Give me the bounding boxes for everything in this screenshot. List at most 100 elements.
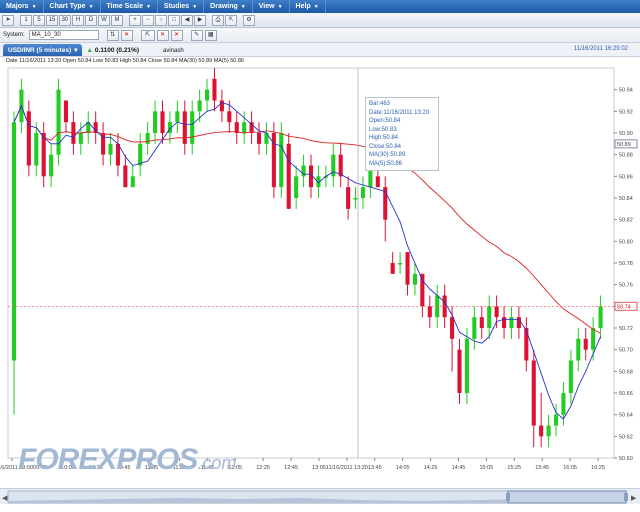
menu-item-majors[interactable]: Majors ▼ [0, 0, 44, 13]
y-tick-label: 50.90 [619, 131, 633, 137]
menu-item-help[interactable]: Help ▼ [290, 0, 326, 13]
tooltip-ma5: MA(5):50.86 [369, 160, 403, 167]
menu-item-label: Time Scale [106, 3, 143, 10]
zoom-fit-icon[interactable]: ○ [155, 14, 167, 26]
system-remove-icon[interactable]: ✕ [120, 29, 133, 41]
system-chart-icon[interactable]: ▦ [204, 29, 217, 41]
logo-brand: FOREXPROS [18, 443, 198, 476]
menu-item-view[interactable]: View ▼ [253, 0, 290, 13]
candle-body [487, 306, 492, 328]
x-tick-label: 12:25 [256, 465, 270, 471]
y-tick-label: 50.88 [619, 153, 633, 159]
timeframe-30-button[interactable]: 30 [59, 14, 71, 26]
x-tick-label: 15:05 [479, 465, 493, 471]
zoom-out-icon[interactable]: − [142, 14, 154, 26]
tooltip-date: Date:11/16/2011 13:20 [369, 109, 430, 116]
candle-body [56, 89, 61, 155]
system-close-icon[interactable]: ✕ [156, 29, 169, 41]
zoom-area-icon[interactable]: □ [168, 14, 180, 26]
tooltip-ma30: MA(30):50.89 [369, 152, 406, 158]
timeframe-1-button[interactable]: 1 [20, 14, 32, 26]
tooltip-high: High:50.84 [369, 135, 399, 141]
x-tick-label: 16:05 [563, 465, 577, 471]
candle-body [568, 360, 573, 393]
x-tick-label: 11/16/2011 13:20 [326, 465, 368, 471]
scroller-handle-right[interactable] [624, 493, 628, 501]
candle-body [598, 306, 603, 328]
menu-item-label: Majors [6, 3, 29, 10]
candle-body [472, 317, 477, 339]
candle-body [41, 133, 46, 177]
candle-body [160, 111, 165, 133]
menu-item-drawing[interactable]: Drawing ▼ [204, 0, 253, 13]
x-tick-label: 15:45 [535, 465, 549, 471]
system-add-icon[interactable]: ⇱ [140, 29, 155, 41]
candle-body [242, 122, 247, 133]
system-apply-icon[interactable]: ⇅ [106, 29, 119, 41]
y-tick-label: 50.80 [619, 239, 633, 245]
x-tick-label: 14:45 [452, 465, 466, 471]
candle-body [479, 317, 484, 328]
menu-item-chart-type[interactable]: Chart Type ▼ [44, 0, 101, 13]
candle-body [583, 338, 588, 350]
timeframe-week-button[interactable]: W [98, 14, 110, 26]
current-price-label: 50.74 [617, 304, 631, 310]
system-edit-icon[interactable]: ✎ [190, 29, 203, 41]
export-icon[interactable]: ⇱ [225, 14, 237, 26]
username: avinash [163, 48, 184, 54]
menu-item-label: Studies [163, 3, 190, 10]
candle-body [153, 111, 158, 133]
candlestick-chart[interactable]: 50.94 50.92 50.90 50.88 50.86 50.84 50.82 50.80… [0, 64, 640, 484]
chevron-down-icon: ▼ [145, 3, 151, 10]
scroller-handle-left[interactable] [506, 493, 510, 501]
candle-body [26, 111, 31, 166]
candle-body [212, 78, 217, 101]
candle-body [591, 328, 596, 350]
price-change-label: 0.1100 (0.21%) [94, 47, 139, 54]
candle-body [338, 154, 343, 177]
timeframe-month-button[interactable]: M [111, 14, 123, 26]
candle-body [49, 154, 54, 177]
y-tick-label: 50.82 [619, 218, 633, 224]
pan-right-icon[interactable]: ▶ [194, 14, 206, 26]
menu-item-label: View [258, 3, 275, 10]
candle-body [145, 133, 150, 144]
candle-body [398, 263, 403, 265]
menu-item-time-scale[interactable]: Time Scale ▼ [101, 0, 158, 13]
candle-body [561, 393, 566, 415]
candle-body [509, 317, 514, 328]
candle-body [539, 425, 544, 437]
print-icon[interactable]: ⎙ [212, 14, 224, 26]
scroller-graphic: ◀ ▶ [2, 490, 637, 504]
timeframe-day-button[interactable]: D [85, 14, 97, 26]
candle-body [405, 252, 410, 285]
zoom-in-icon[interactable]: + [129, 14, 141, 26]
candle-body [63, 100, 69, 123]
candle-body [294, 176, 299, 198]
candle-body [279, 133, 284, 188]
timeframe-15-button[interactable]: 15 [46, 14, 58, 26]
system-select[interactable]: MA_10_30 [28, 30, 99, 40]
pan-left-icon[interactable]: ◀ [181, 14, 193, 26]
timeframe-hour-button[interactable]: H [72, 14, 84, 26]
system-delete-icon[interactable]: ✕ [170, 29, 183, 41]
chevron-down-icon: ▼ [31, 3, 37, 10]
candle-body [138, 143, 143, 166]
candle-body [256, 133, 262, 144]
timeframe-5-button[interactable]: 5 [33, 14, 45, 26]
y-tick-label: 50.84 [619, 196, 633, 202]
chart-area[interactable]: 50.94 50.92 50.90 50.88 50.86 50.84 50.82 50.80… [0, 64, 640, 484]
menu-item-studies[interactable]: Studies ▼ [158, 0, 205, 13]
settings-icon[interactable]: ⚙ [243, 14, 255, 26]
time-scroller[interactable]: ◀ ▶ [0, 488, 640, 504]
tab-usdinr[interactable]: USD/INR (5 minutes) ▾ [3, 44, 83, 56]
candle-body [205, 89, 210, 101]
candle-body [553, 414, 559, 426]
cursor-icon[interactable]: ➤ [2, 14, 14, 26]
crosshair-price-label: 50.89 [617, 142, 631, 148]
chevron-down-icon: ▼ [240, 3, 246, 10]
tab-close-icon[interactable]: ▾ [74, 46, 77, 54]
plot-area [7, 67, 615, 459]
menu-item-label: Chart Type [49, 3, 86, 10]
y-tick-label: 50.94 [619, 88, 633, 94]
